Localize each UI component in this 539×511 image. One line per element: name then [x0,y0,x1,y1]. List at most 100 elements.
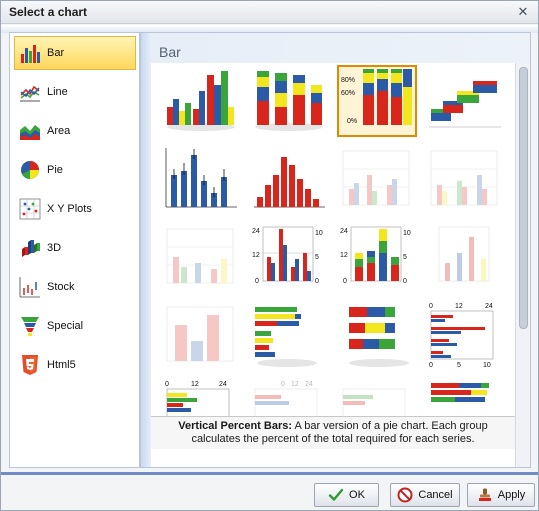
chart-description: Vertical Percent Bars: A bar version of … [151,416,515,449]
sidebar-item-html5[interactable]: Html5 [14,348,136,382]
tick-label: 0% [347,118,357,125]
funnel-chart-icon [21,317,39,336]
dual-axis-stacked-preview: 24 12 0 10 5 0 [340,226,411,285]
stock-chart-icon [19,277,40,298]
sidebar-item-stock[interactable]: Stock [14,270,136,304]
sidebar-item-bar[interactable]: Bar [14,36,136,70]
vertical-scrollbar[interactable] [515,63,530,467]
area-chart-icon [20,125,40,140]
tick-label: 24 [340,228,348,235]
sidebar-item-area[interactable]: Area [14,114,136,148]
thumb-vertical-percent-bars[interactable]: 80% 60% 0% [337,65,417,137]
bottom-band [1,472,538,475]
description-chart-name: Vertical Percent Bars: [178,420,293,432]
sidebar-item-label: Pie [47,164,63,176]
select-chart-dialog: Select a chart ✕ Bar Line Area Pie X Y P… [0,0,539,511]
sidebar-item-special[interactable]: Special [14,309,136,343]
grid-bars-preview [342,150,410,206]
bar-chart-icon [21,45,40,63]
sidebar-item-label: Special [47,320,84,332]
scrollbar-thumb[interactable] [519,67,528,329]
tick-label: 0 [343,278,347,285]
tick-label: 10 [403,230,411,237]
chart-thumbnail-grid: 80% 60% 0% 24 12 0 10 5 0 24 12 0 10 5 0… [151,63,515,467]
3d-chart-icon [22,240,40,257]
error-bars-preview [165,148,237,208]
thumb-vertical-bars[interactable] [161,65,241,137]
tick-label: 0 [403,278,407,285]
stacked-bars-preview [255,71,323,131]
tick-label: 12 [191,381,199,388]
tick-label: 24 [219,381,227,388]
tick-label: 24 [485,303,493,310]
tick-label: 0 [315,278,319,285]
thumb-3d-grid-bars-faded[interactable] [161,221,241,293]
sidebar-item-label: 3D [47,242,62,254]
tick-label: 12 [291,381,299,388]
thumb-dual-axis-stacked[interactable]: 24 12 0 10 5 0 [337,221,417,293]
apply-button-label: Apply [497,489,526,501]
sidebar-item-label: X Y Plots [47,203,92,215]
ok-button[interactable]: OK [314,483,379,507]
thumb-grid-bars-faded[interactable] [337,143,417,215]
sidebar-item-pie[interactable]: Pie [14,153,136,187]
tick-label: 80% [341,77,355,84]
thumb-dual-axis-bars[interactable]: 24 12 0 10 5 0 [249,221,329,293]
dialog-title: Select a chart [9,5,88,19]
pane-title: Bar [159,44,181,60]
tick-label: 10 [315,230,323,237]
tick-label: 12 [455,303,463,310]
cancel-button-label: Cancel [418,489,453,501]
thumb-dual-axis-faded[interactable] [425,221,505,293]
tick-label: 0 [255,278,259,285]
sidebar-item-3d[interactable]: 3D [14,231,136,265]
sidebar-item-xy-plots[interactable]: X Y Plots [14,192,136,226]
no-entry-icon [397,487,413,503]
thumb-horizontal-stacked[interactable] [249,299,329,371]
tick-label: 60% [341,90,355,97]
xy-plot-icon [19,198,41,220]
dual-axis-faded-preview [438,226,490,282]
3d-grid-bars-preview [166,228,234,284]
apply-button[interactable]: Apply [467,483,535,507]
ok-button-label: OK [349,489,365,501]
sidebar-item-label: Html5 [47,359,76,371]
dual-axis-bars-preview: 24 12 0 10 5 0 [252,226,323,285]
horizontal-stacked-preview [255,307,317,367]
close-icon[interactable]: ✕ [516,5,530,19]
thumb-stacked-bars[interactable] [249,65,329,137]
chart-category-sidebar: Bar Line Area Pie X Y Plots 3D Stock Spe… [9,32,140,468]
chart-type-pane: Bar 80% 60% 0% 24 12 0 10 5 0 24 12 0 10… [140,32,531,468]
titlebar: Select a chart ✕ [1,1,538,24]
horizontal-percent-preview [349,307,409,367]
tick-label: 0 [165,381,169,388]
tick-label: 12 [340,252,348,259]
checkmark-icon [328,488,344,501]
tick-label: 5 [315,254,319,261]
thumb-horizontal-percent[interactable] [337,299,417,371]
tick-label: 10 [483,362,491,369]
horizontal-dual-axis-preview: 0 12 24 0 5 10 [429,303,494,369]
histogram-preview [254,157,325,208]
pie-chart-icon [21,161,39,179]
thumb-3d-step-bars[interactable] [425,65,505,137]
tick-label: 24 [305,381,313,388]
sidebar-item-label: Area [47,125,71,137]
sidebar-item-label: Stock [47,281,75,293]
tick-label: 5 [403,254,407,261]
line-chart-icon [20,85,40,102]
grid-bars-preview [430,150,498,206]
tick-label: 24 [252,228,260,235]
sidebar-item-line[interactable]: Line [14,75,136,109]
sidebar-item-label: Line [47,86,68,98]
tick-label: 0 [281,381,285,388]
3d-depth-preview [166,306,234,362]
tick-label: 12 [252,252,260,259]
cancel-button[interactable]: Cancel [390,483,460,507]
thumb-horizontal-dual-axis[interactable]: 0 12 24 0 5 10 [425,299,505,371]
step-bars-preview [429,81,501,128]
thumb-grid-bars-2-faded[interactable] [425,143,505,215]
thumb-3d-depth-faded[interactable] [161,299,241,371]
thumb-error-bars[interactable] [161,143,241,215]
thumb-histogram[interactable] [249,143,329,215]
